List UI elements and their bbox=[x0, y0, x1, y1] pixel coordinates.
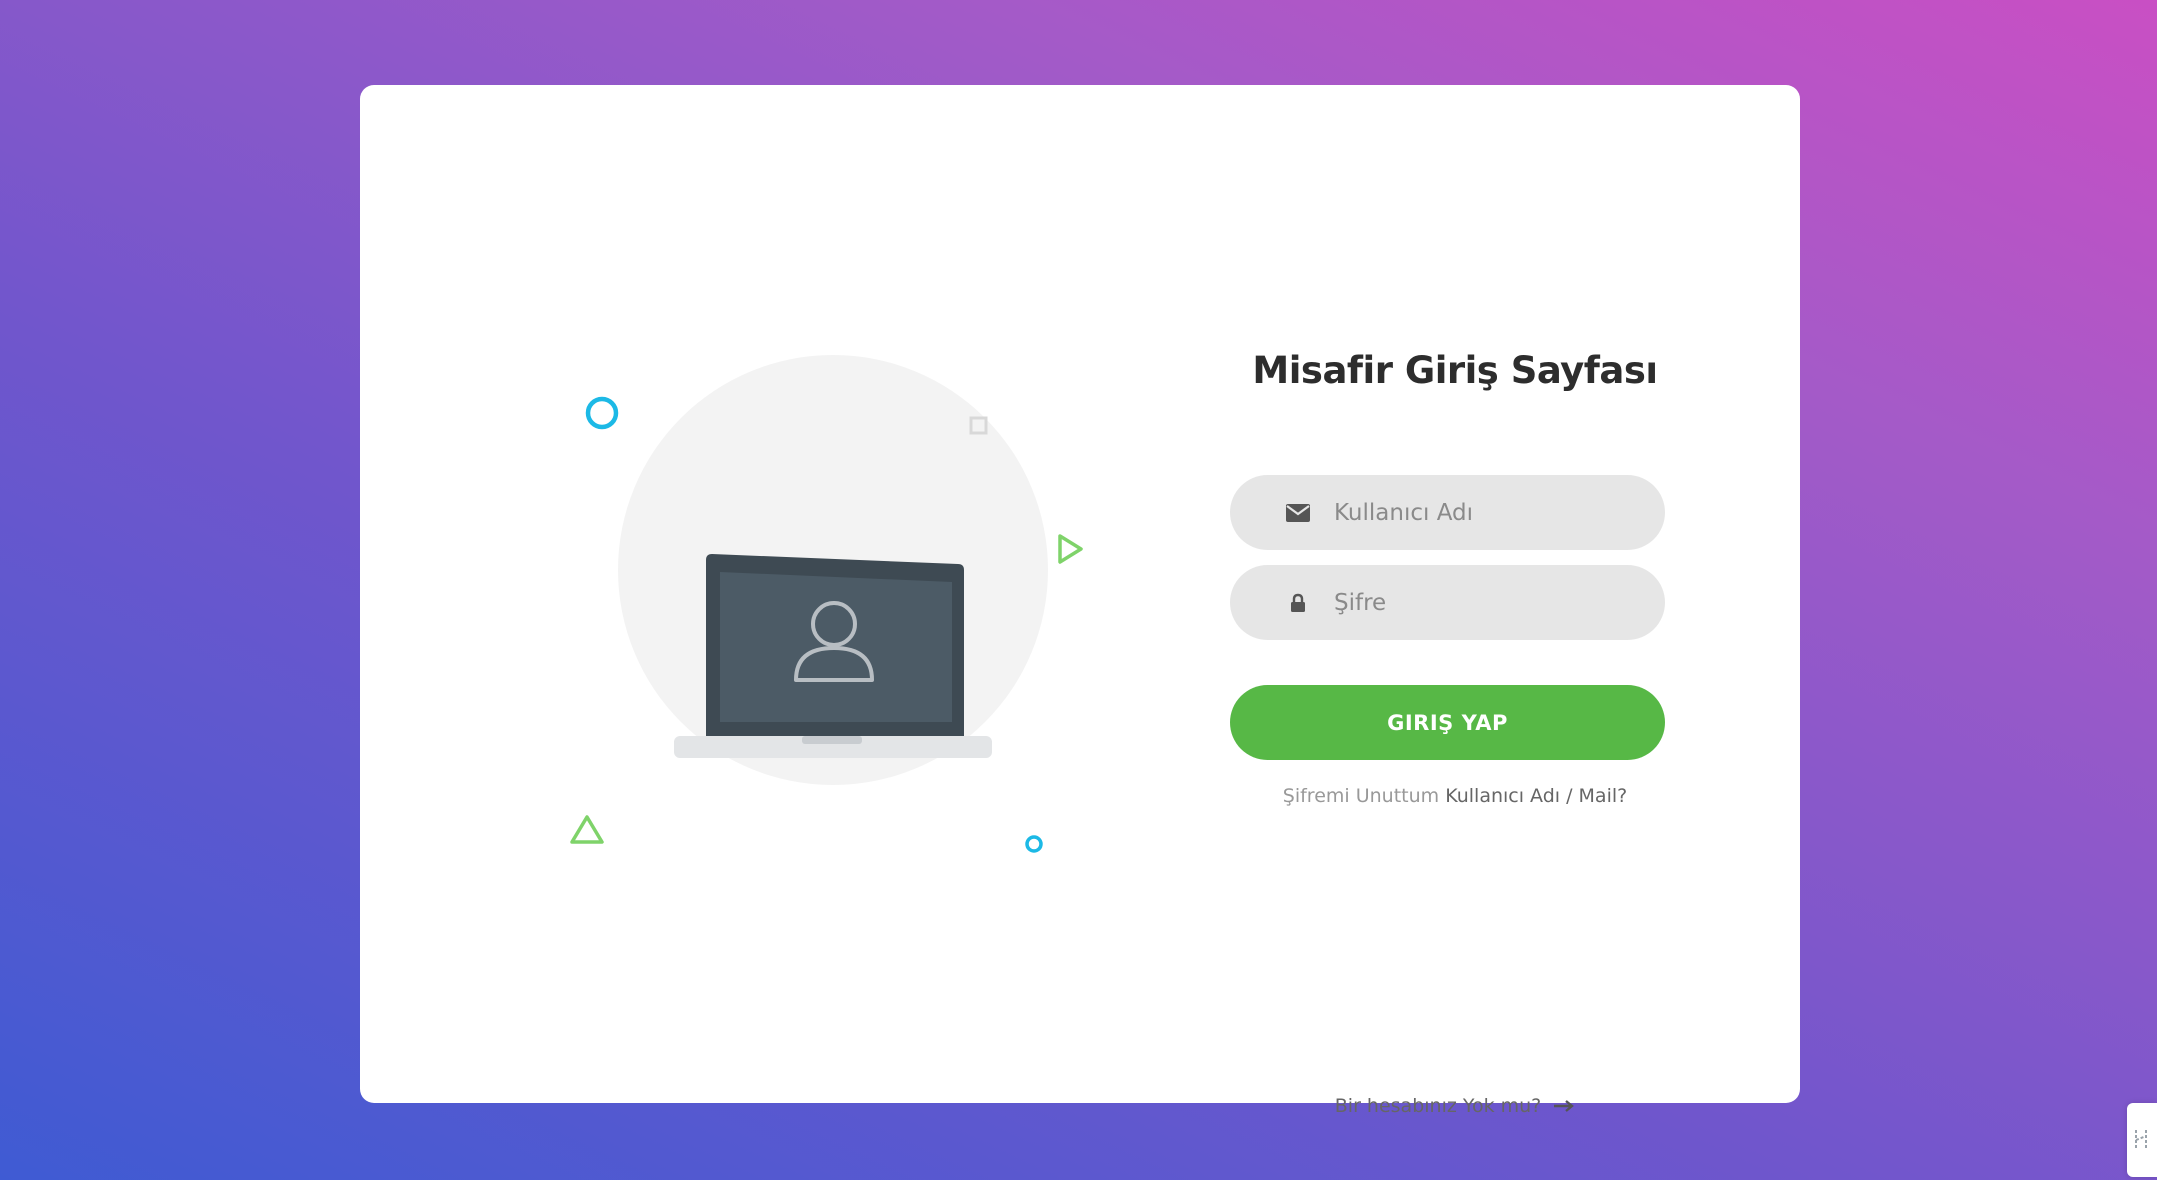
password-field[interactable] bbox=[1230, 565, 1665, 640]
triangle-up-shape bbox=[570, 815, 604, 844]
triangle-right-shape bbox=[1058, 534, 1083, 564]
forgot-prefix-text: Şifremi Unuttum bbox=[1282, 785, 1440, 807]
page-title: Misafir Giriş Sayfası bbox=[1252, 349, 1658, 392]
login-illustration bbox=[460, 315, 1083, 875]
signup-link-label: Bir hesabınız Yok mu? bbox=[1334, 1095, 1542, 1117]
square-outline-shape bbox=[969, 416, 988, 435]
widget-icon bbox=[2135, 1130, 2147, 1150]
lock-icon bbox=[1280, 593, 1316, 613]
corner-widget-tab[interactable] bbox=[2127, 1103, 2157, 1177]
forgot-password-row: Şifremi Unuttum Kullanıcı Adı / Mail? bbox=[1170, 785, 1740, 807]
laptop-user-icon bbox=[674, 554, 992, 758]
username-field[interactable] bbox=[1230, 475, 1665, 550]
username-input[interactable] bbox=[1332, 498, 1656, 527]
circle-outline-shape-large bbox=[585, 396, 619, 430]
signup-link[interactable]: Bir hesabınız Yok mu? bbox=[1335, 1095, 1576, 1117]
arrow-right-icon bbox=[1554, 1100, 1575, 1112]
login-button[interactable]: GIRIŞ YAP bbox=[1230, 685, 1665, 760]
forgot-credentials-link[interactable]: Kullanıcı Adı / Mail? bbox=[1445, 785, 1627, 807]
login-form: Misafir Giriş Sayfası GIRIŞ YAP Şifremi bbox=[1170, 85, 1740, 1117]
envelope-icon bbox=[1280, 503, 1316, 523]
circle-outline-shape-small bbox=[1025, 835, 1043, 853]
password-input[interactable] bbox=[1332, 588, 1656, 617]
signup-row: Bir hesabınız Yok mu? bbox=[1170, 1095, 1740, 1117]
login-card: Misafir Giriş Sayfası GIRIŞ YAP Şifremi bbox=[360, 85, 1800, 1117]
